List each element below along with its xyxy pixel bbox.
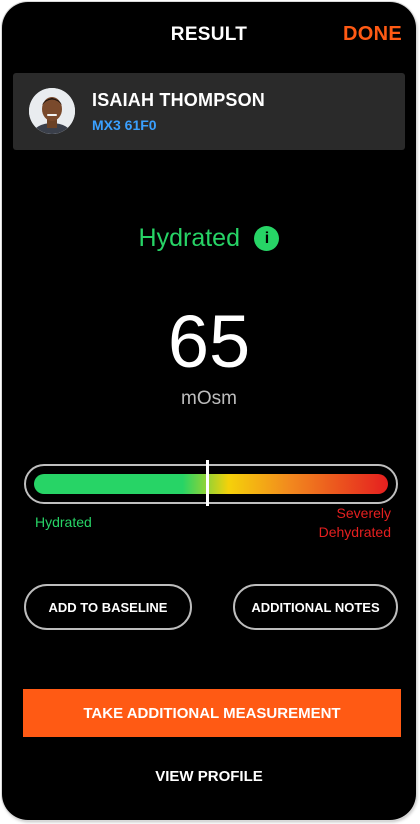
gauge-high-label-text: Severely Dehydrated [318,505,391,540]
reading-value: 65 [167,300,251,383]
gauge-marker [206,460,210,506]
user-card: ISAIAH THOMPSON MX3 61F0 [13,73,405,150]
additional-notes-button[interactable]: ADDITIONAL NOTES [233,584,398,630]
user-name: ISAIAH THOMPSON [92,90,266,110]
done-button[interactable]: DONE [343,23,402,46]
gauge-high-label: Severely Dehydrated [305,504,391,542]
header-bar: RESULT DONE [2,2,416,64]
hydration-gauge [24,464,398,504]
phone-screen: RESULT DONE ISAIAH THOMPSON MX3 61F0 Hyd… [2,2,416,820]
gauge-gradient-bar [34,474,388,494]
hydration-status: Hydrated i [2,224,416,253]
avatar [29,88,75,134]
hydration-status-label: Hydrated [138,224,240,252]
avatar-portrait [29,88,75,134]
gauge-low-label: Hydrated [35,514,92,530]
reading-unit: mOsm [181,388,237,409]
add-to-baseline-button[interactable]: ADD TO BASELINE [24,584,192,630]
info-icon[interactable]: i [254,226,280,251]
device-id-link[interactable]: MX3 61F0 [92,117,157,133]
take-measurement-button[interactable]: TAKE ADDITIONAL MEASUREMENT [23,689,401,737]
view-profile-button[interactable]: VIEW PROFILE [2,768,416,785]
